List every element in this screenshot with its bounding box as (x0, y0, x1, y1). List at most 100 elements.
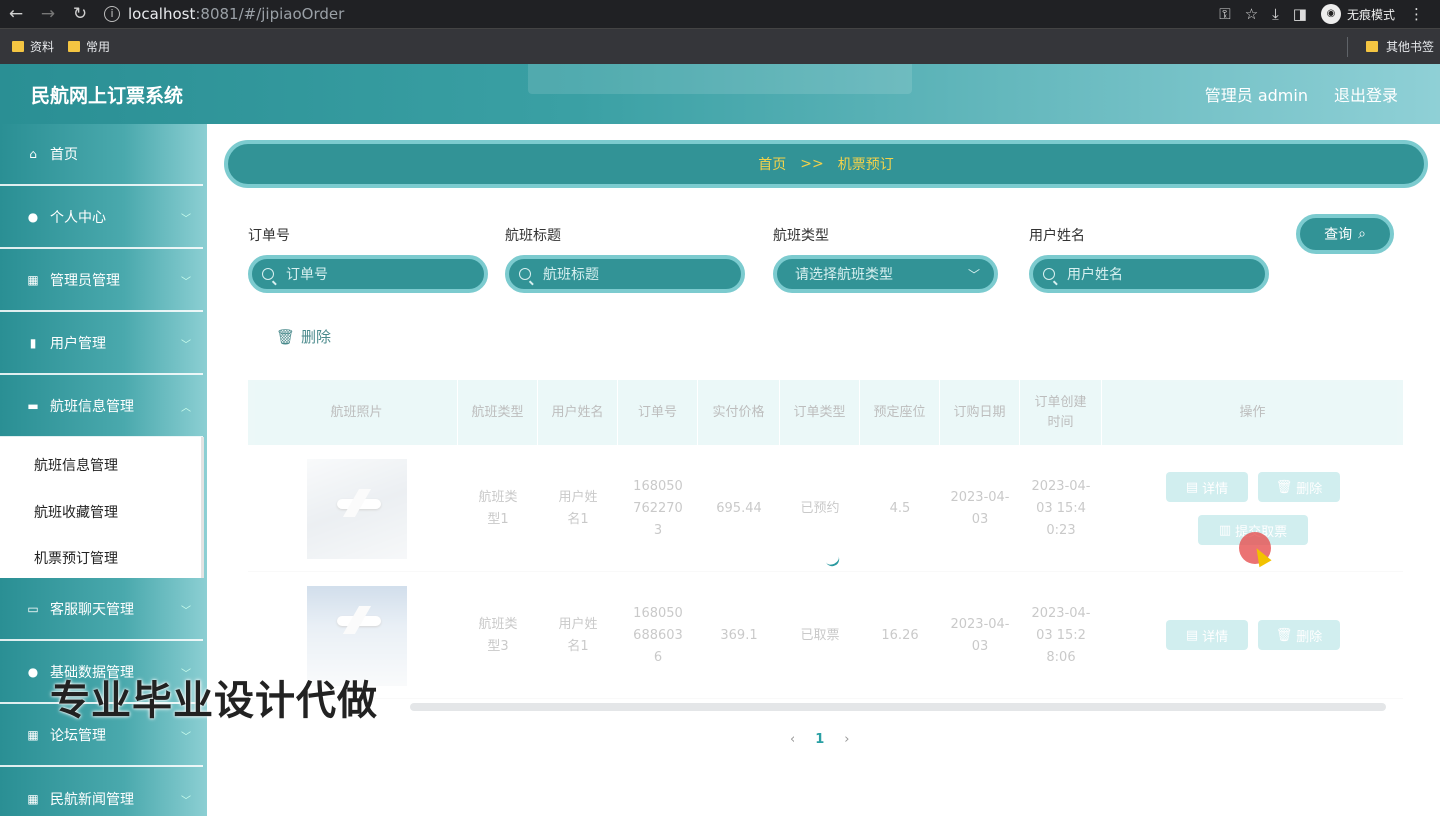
bookmark-label: 常用 (86, 40, 111, 54)
column-header: 订购日期 (940, 380, 1020, 445)
column-header: 航班类型 (458, 380, 538, 445)
back-icon[interactable]: ← (0, 4, 32, 24)
pagination: ‹ 1 › (790, 732, 849, 747)
order-status-cell: 已取票 (800, 627, 840, 643)
folder-icon (1365, 41, 1378, 52)
flight-photo-cell (256, 445, 458, 572)
search-icon (262, 268, 274, 280)
sidebar-item-chat[interactable]: ▭ 客服聊天管理 ﹀ (0, 579, 203, 641)
sidebar-item-label: 管理员管理 (50, 273, 120, 289)
order-no-placeholder: 订单号 (286, 267, 328, 283)
detail-button[interactable]: ▤ 详情 (1166, 472, 1248, 502)
trash-icon: 🗑 (1275, 627, 1293, 643)
sidebar-item-label: 民航新闻管理 (50, 792, 134, 808)
sidebar-item-admin[interactable]: ▦ 管理员管理 ﹀ (0, 250, 203, 312)
delete-button[interactable]: 🗑 删除 (1258, 472, 1340, 502)
user-name-cell: 用户姓名1 (558, 489, 598, 527)
order-no-input[interactable]: 订单号 (248, 255, 488, 293)
flight-type-select[interactable]: 请选择航班类型 ﹀ (773, 255, 998, 293)
breadcrumb-home[interactable]: 首页 (758, 154, 786, 174)
flight-title-placeholder: 航班标题 (543, 267, 599, 283)
incognito-label: 无痕模式 (1346, 7, 1395, 22)
chevron-down-icon: ﹀ (181, 731, 191, 743)
order-date-cell: 2023-04-03 (950, 489, 1010, 527)
page-number[interactable]: 1 (815, 732, 824, 747)
chevron-down-icon: ﹀ (181, 213, 191, 225)
browser-chrome: ← → ↻ i localhost:8081/#/jipiaoOrder ⚿ ☆… (0, 0, 1440, 64)
monitor-icon: ▬ (27, 399, 39, 413)
flight-type-placeholder: 请选择航班类型 (795, 267, 893, 283)
star-icon[interactable]: ☆ (1245, 5, 1258, 23)
bookmark-folder[interactable]: 资料 (12, 38, 54, 55)
column-header: 订单号 (618, 380, 698, 445)
chart-icon: ▮ (29, 336, 37, 350)
column-header: 航班照片 (256, 380, 458, 445)
address-bar[interactable]: i localhost:8081/#/jipiaoOrder (104, 5, 344, 23)
breadcrumb-current: 机票预订 (837, 157, 894, 173)
sidebar-item-flights[interactable]: ▬ 航班信息管理 ︿ (0, 376, 203, 438)
delete-label: 删除 (1296, 629, 1323, 645)
batch-delete-button[interactable]: 🗑 删除 (276, 326, 331, 347)
user-name-input[interactable]: 用户姓名 (1029, 255, 1269, 293)
sidebar-item-label: 用户管理 (50, 336, 106, 352)
delete-button[interactable]: 🗑 删除 (1258, 620, 1340, 650)
user-icon: ● (27, 210, 39, 224)
column-header: 实付价格 (698, 380, 780, 445)
chevron-down-icon: ﹀ (181, 795, 191, 807)
trash-icon: 🗑 (276, 327, 296, 346)
menu-icon[interactable]: ⋮ (1409, 5, 1424, 23)
submenu-flight-favorites[interactable]: 航班收藏管理 (34, 502, 118, 522)
info-icon[interactable]: i (104, 6, 120, 22)
created-time-cell: 2023-04-03 15:40:23 (1031, 478, 1091, 538)
detail-label: 详情 (1202, 481, 1229, 497)
sidebar-item-news[interactable]: ▦ 民航新闻管理 ﹀ (0, 768, 203, 830)
table-header: 航班照片 航班类型 用户姓名 订单号 实付价格 订单类型 预定座位 订购日期 订… (248, 380, 1403, 445)
sidepanel-icon[interactable]: ◨ (1293, 5, 1307, 23)
sidebar-item-personal[interactable]: ● 个人中心 ﹀ (0, 187, 203, 249)
system-title: 民航网上订票系统 (31, 84, 184, 107)
watermark-text: 专业毕业设计代做 (50, 678, 378, 724)
document-icon: ▤ (1185, 627, 1199, 643)
next-page-button[interactable]: › (844, 732, 849, 747)
chevron-down-icon: ﹀ (967, 267, 980, 282)
home-icon: ⌂ (29, 147, 37, 161)
prev-page-button[interactable]: ‹ (790, 732, 795, 747)
table-row[interactable]: 航班类型3 用户姓名1 1680506886036 369.1 已取票 16.2… (248, 572, 1403, 699)
grid-icon: ▦ (27, 273, 39, 287)
incognito-badge[interactable]: ◉ 无痕模式 (1320, 4, 1395, 24)
submenu-flight-info[interactable]: 航班信息管理 (34, 455, 118, 475)
bookmark-folder[interactable]: 常用 (68, 38, 110, 55)
logout-link[interactable]: 退出登录 (1334, 82, 1398, 106)
user-name-cell: 用户姓名1 (558, 616, 598, 654)
current-user: 管理员 admin (1204, 86, 1308, 105)
grid-icon: ▦ (27, 792, 39, 806)
sidebar-item-users[interactable]: ▮ 用户管理 ﹀ (0, 313, 203, 375)
flight-title-label: 航班标题 (505, 228, 561, 244)
reload-icon[interactable]: ↻ (64, 4, 96, 24)
detail-button[interactable]: ▤ 详情 (1166, 620, 1248, 650)
flight-title-input[interactable]: 航班标题 (505, 255, 745, 293)
seat-cell: 16.26 (881, 627, 919, 643)
column-header: 订单创建时间 (1020, 380, 1102, 445)
horizontal-scrollbar[interactable] (410, 703, 1386, 711)
forward-icon[interactable]: → (32, 4, 64, 24)
url-host: localhost (128, 5, 196, 23)
url-path: :8081/#/jipiaoOrder (195, 5, 345, 23)
table-row[interactable]: 航班类型1 用户姓名1 1680507622703 695.44 已预约 4.5… (248, 445, 1403, 572)
sidebar-item-home[interactable]: ⌂ 首页 (0, 124, 203, 186)
breadcrumb: 首页 >> 机票预订 (224, 140, 1428, 188)
order-date-cell: 2023-04-03 (950, 616, 1010, 654)
sidebar-item-label: 个人中心 (50, 210, 106, 226)
app-header: 民航网上订票系统 管理员 admin 退出登录 (0, 64, 1440, 124)
submenu-ticket-orders[interactable]: 机票预订管理 (34, 548, 118, 568)
document-icon: ▤ (1185, 479, 1199, 495)
column-header: 用户姓名 (538, 380, 618, 445)
key-icon[interactable]: ⚿ (1219, 5, 1230, 23)
query-button[interactable]: 查询 ⌕ (1296, 214, 1394, 254)
detail-label: 详情 (1202, 629, 1229, 645)
download-icon[interactable]: ⤓ (1272, 5, 1279, 23)
bookmark-divider (1347, 37, 1348, 57)
column-header: 预定座位 (860, 380, 940, 445)
search-icon (519, 268, 531, 280)
other-bookmarks[interactable]: 其他书签 (1365, 38, 1434, 55)
